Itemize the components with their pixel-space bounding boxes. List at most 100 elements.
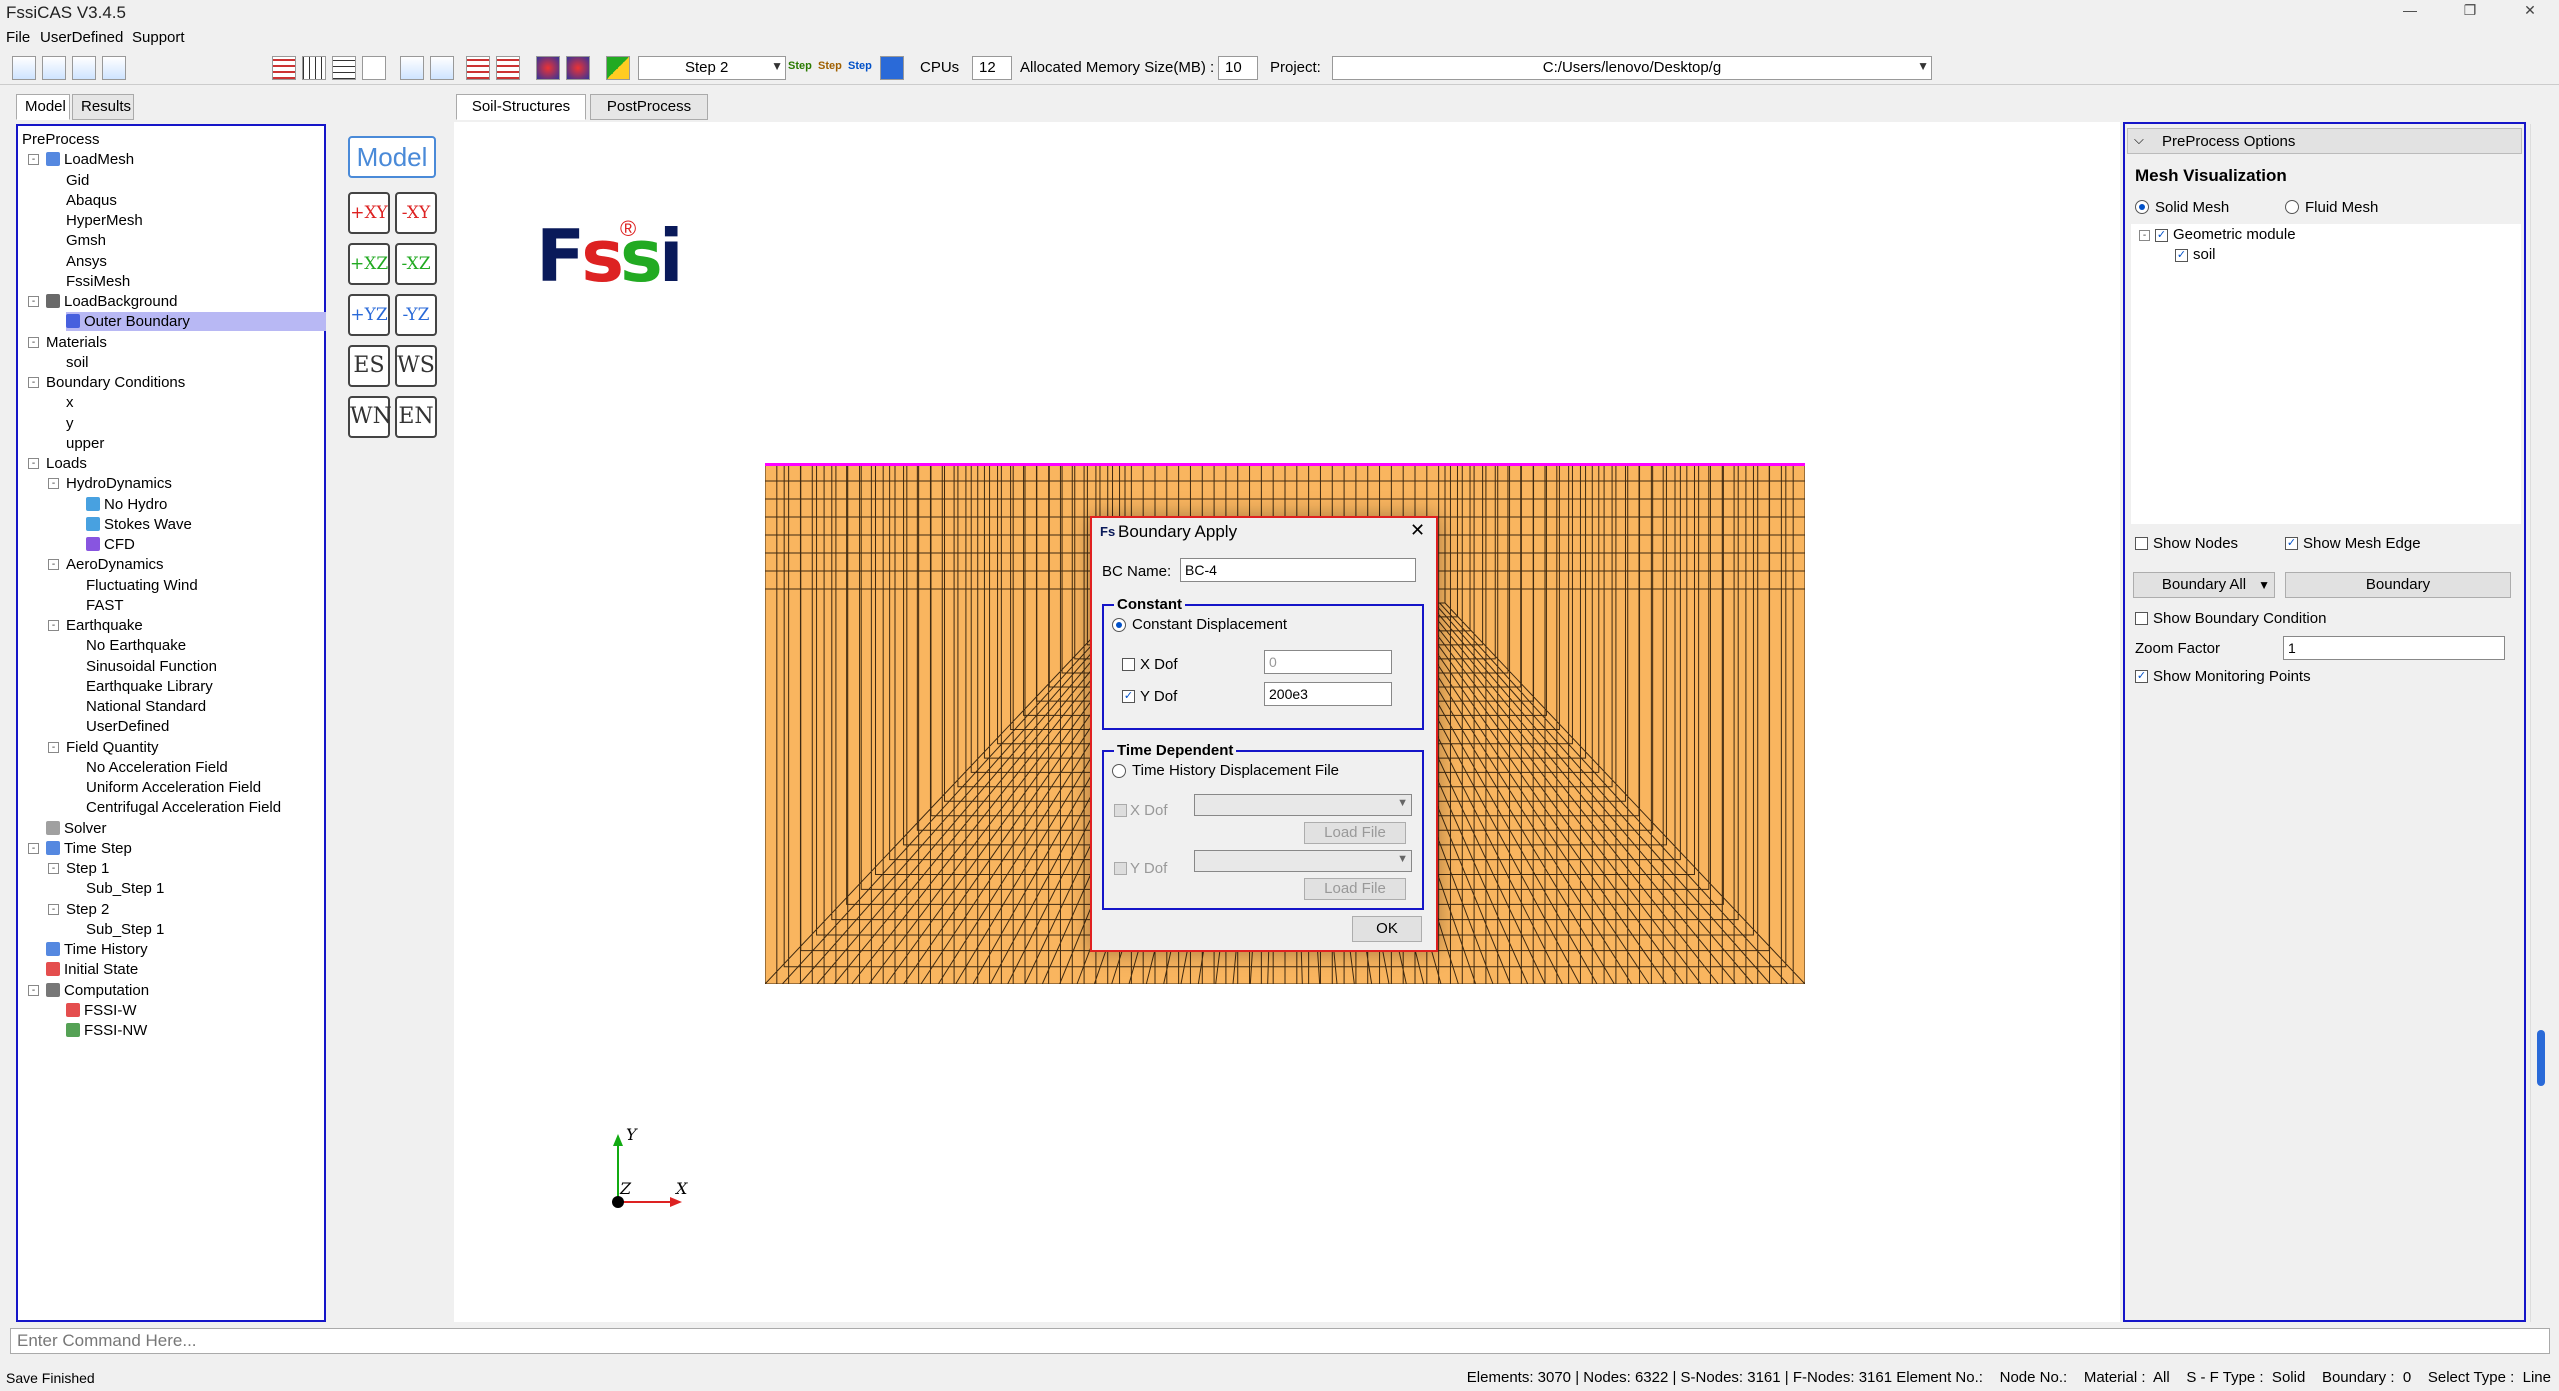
command-input[interactable]: Enter Command Here... <box>10 1328 2550 1354</box>
tree-item[interactable]: No Acceleration Field <box>86 758 228 777</box>
solid-mesh-radio[interactable] <box>2135 200 2149 214</box>
tree-item[interactable]: No Earthquake <box>86 636 186 655</box>
maximize-icon[interactable]: ❐ <box>2450 2 2490 24</box>
tree-expander[interactable]: - <box>48 903 59 915</box>
tree-item[interactable]: x <box>66 393 74 412</box>
dialog-close-icon[interactable]: ✕ <box>1410 520 1425 541</box>
tree-expander[interactable]: - <box>28 377 39 388</box>
tree-item[interactable]: Time Step <box>46 839 132 858</box>
step-next-icon[interactable]: Step <box>848 60 872 72</box>
geometric-module-checkbox[interactable]: ✓ <box>2155 229 2168 242</box>
tree-item[interactable]: Earthquake <box>66 616 143 635</box>
tree-item[interactable]: Sub_Step 1 <box>86 920 164 939</box>
menu-support[interactable]: Support <box>132 29 185 46</box>
mesh-grid-2-icon[interactable] <box>302 56 326 80</box>
view-button[interactable]: +YZ <box>348 294 390 336</box>
bc-icon[interactable] <box>466 56 490 80</box>
view-button[interactable]: +XY <box>348 192 390 234</box>
tree-item[interactable]: Time History <box>46 940 148 959</box>
tree-item[interactable]: LoadBackground <box>46 292 177 311</box>
tree-item[interactable]: UserDefined <box>86 717 169 736</box>
tree-item[interactable]: Outer Boundary <box>66 312 326 332</box>
tree-item[interactable]: Loads <box>46 454 87 473</box>
tree-expander[interactable]: - <box>28 984 39 996</box>
tree-expander[interactable]: - <box>28 336 39 348</box>
soil-checkbox[interactable]: ✓ <box>2175 249 2188 262</box>
memory-input[interactable]: 10 <box>1218 56 1258 80</box>
tab-model[interactable]: Model <box>16 94 70 120</box>
tree-item[interactable]: Uniform Acceleration Field <box>86 778 261 797</box>
tree-item[interactable]: FssiMesh <box>66 272 130 291</box>
tree-expander[interactable]: - <box>48 478 59 490</box>
td-y-dof-checkbox[interactable] <box>1114 862 1127 875</box>
y-dof-checkbox[interactable]: ✓ <box>1122 690 1135 703</box>
right-scrollbar[interactable] <box>2530 124 2552 1322</box>
open-file-icon[interactable] <box>42 56 66 80</box>
show-monitoring-points-checkbox[interactable]: ✓ <box>2135 670 2148 683</box>
td-y-dof-select[interactable]: ▼ <box>1194 850 1412 872</box>
tree-expander[interactable]: - <box>48 559 59 571</box>
menu-userdefined[interactable]: UserDefined <box>40 29 123 46</box>
tree-item[interactable]: Gmsh <box>66 231 106 250</box>
zoom-factor-input[interactable]: 1 <box>2283 636 2505 660</box>
project-select[interactable]: C:/Users/lenovo/Desktop/g ▼ <box>1332 56 1932 80</box>
tree-item[interactable]: HydroDynamics <box>66 474 172 493</box>
x-dof-checkbox[interactable] <box>1122 658 1135 671</box>
cpus-input[interactable]: 12 <box>972 56 1012 80</box>
tab-soil-structures[interactable]: Soil-Structures <box>456 94 586 120</box>
view-button[interactable]: +XZ <box>348 243 390 285</box>
tree-item[interactable]: No Hydro <box>86 495 167 514</box>
view-button[interactable]: EN <box>395 396 437 438</box>
save-as-icon[interactable] <box>102 56 126 80</box>
td-x-dof-select[interactable]: ▼ <box>1194 794 1412 816</box>
model-view-button[interactable]: Model <box>348 136 436 178</box>
minimize-icon[interactable]: — <box>2390 2 2430 24</box>
tree-item[interactable]: Abaqus <box>66 191 117 210</box>
tree-item[interactable]: Computation <box>46 981 149 1000</box>
tree-item[interactable]: Boundary Conditions <box>46 373 185 392</box>
bc-2-icon[interactable] <box>496 56 520 80</box>
step-pause-icon[interactable]: Step <box>818 60 842 72</box>
tree-item[interactable]: Fluctuating Wind <box>86 576 198 595</box>
tree-item[interactable]: Ansys <box>66 252 107 271</box>
x-dof-input[interactable]: 0 <box>1264 650 1392 674</box>
tree-item[interactable]: Step 1 <box>66 859 109 878</box>
load-file-x-button[interactable]: Load File <box>1304 822 1406 844</box>
tree-item[interactable]: AeroDynamics <box>66 555 164 574</box>
tree-item[interactable]: Materials <box>46 333 107 352</box>
run-icon[interactable] <box>880 56 904 80</box>
boundary-all-select[interactable]: Boundary All ▼ <box>2133 572 2275 598</box>
tree-item[interactable]: Solver <box>46 819 107 838</box>
show-nodes-checkbox[interactable] <box>2135 537 2148 550</box>
load-icon[interactable] <box>536 56 560 80</box>
geo-tree-expander[interactable]: - <box>2139 230 2150 241</box>
y-dof-input[interactable]: 200e3 <box>1264 682 1392 706</box>
new-file-icon[interactable] <box>12 56 36 80</box>
tree-expander[interactable]: - <box>48 863 59 874</box>
mesh-grid-4-icon[interactable] <box>362 56 386 80</box>
tree-expander[interactable]: - <box>48 741 59 753</box>
tree-item[interactable]: LoadMesh <box>46 150 134 169</box>
step-select[interactable]: Step 2 ▼ <box>638 56 786 80</box>
fluid-mesh-radio[interactable] <box>2285 200 2299 214</box>
tree-item[interactable]: PreProcess <box>22 130 100 149</box>
tree-item[interactable]: Field Quantity <box>66 738 159 757</box>
view-button[interactable]: ES <box>348 345 390 387</box>
tree-item[interactable]: HyperMesh <box>66 211 143 230</box>
save-icon[interactable] <box>72 56 96 80</box>
show-bc-checkbox[interactable] <box>2135 612 2148 625</box>
tree-item[interactable]: FSSI-W <box>66 1001 137 1020</box>
menu-file[interactable]: File <box>6 29 30 46</box>
view-button[interactable]: WS <box>395 345 437 387</box>
tree-item[interactable]: Centrifugal Acceleration Field <box>86 798 281 817</box>
tab-results[interactable]: Results <box>72 94 134 120</box>
load-2-icon[interactable] <box>566 56 590 80</box>
tree-item[interactable]: y <box>66 414 74 433</box>
mesh-grid-icon[interactable] <box>272 56 296 80</box>
ok-button[interactable]: OK <box>1352 916 1422 942</box>
tab-postprocess[interactable]: PostProcess <box>590 94 708 120</box>
tree-expander[interactable]: - <box>28 296 39 307</box>
boundary-icon[interactable] <box>430 56 454 80</box>
view-button[interactable]: -YZ <box>395 294 437 336</box>
material-icon[interactable] <box>606 56 630 80</box>
